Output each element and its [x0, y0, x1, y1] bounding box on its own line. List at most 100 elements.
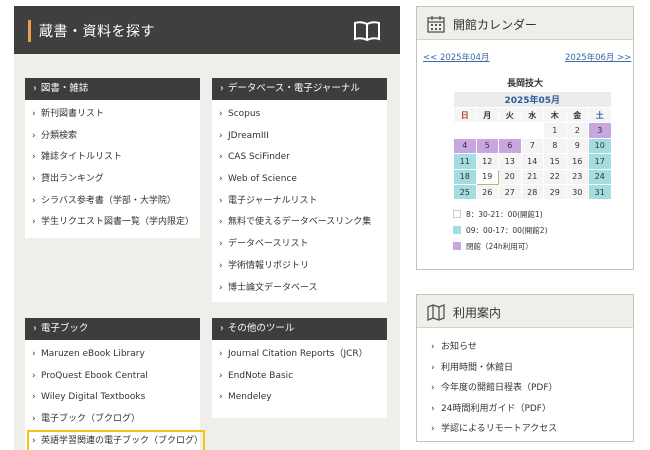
calendar-day[interactable]: 3	[588, 122, 612, 139]
calendar-day[interactable]: 23	[565, 168, 589, 185]
calendar-day[interactable]: 15	[543, 153, 567, 170]
calendar-day[interactable]: 20	[498, 168, 522, 185]
calendar-day[interactable]: 14	[520, 153, 544, 170]
ebooks-card-header: › 電子ブック	[25, 318, 200, 340]
books-link[interactable]: › シラバス参考書（学部・大学院）	[32, 191, 200, 213]
calendar-day[interactable]: 21	[520, 168, 544, 185]
guide-panel: 利用案内 › お知らせ › 利用時間・休館日 › 今年度の開館日程表（PDF） › 24時間利…	[416, 294, 634, 442]
calendar-day[interactable]: 4	[453, 137, 477, 155]
ebooks-link[interactable]: › ProQuest Ebook Central	[32, 366, 200, 388]
calendar-day[interactable]: 22	[543, 168, 567, 185]
chevron-right-icon: ›	[219, 109, 223, 119]
books-link[interactable]: › 新刊図書リスト	[32, 104, 200, 126]
databases-link[interactable]: › CAS SciFinder	[219, 147, 387, 169]
calendar-day[interactable]: 16	[565, 153, 589, 170]
databases-link[interactable]: › 電子ジャーナルリスト	[219, 191, 387, 213]
guide-link[interactable]: › 24時間利用ガイド（PDF）	[431, 399, 558, 420]
next-month-link[interactable]: 2025年06月 >>	[565, 51, 631, 63]
databases-link[interactable]: › JDreamIII	[219, 126, 387, 148]
tools-link[interactable]: › Journal Citation Reports（JCR）	[219, 344, 387, 366]
link-label: データベースリスト	[228, 239, 309, 250]
databases-card-header: › データベース・電子ジャーナル	[212, 78, 387, 100]
tools-link[interactable]: › Mendeley	[219, 387, 387, 409]
ebooks-link[interactable]: › 英語学習関連の電子ブック（ブクログ）	[27, 429, 205, 450]
calendar-day[interactable]: 13	[498, 153, 522, 170]
calendar-day[interactable]: 29	[543, 183, 567, 201]
ebooks-link[interactable]: › Wiley Digital Textbooks	[32, 387, 200, 409]
link-label: 利用時間・休館日	[441, 362, 514, 373]
databases-link[interactable]: › データベースリスト	[219, 234, 387, 256]
chevron-right-icon: ›	[219, 370, 223, 381]
databases-link[interactable]: › 博士論文データベース	[219, 278, 387, 300]
chevron-right-icon: ›	[32, 109, 36, 119]
link-label: Scopus	[228, 109, 261, 119]
calendar-day	[520, 122, 544, 139]
books-link[interactable]: › 雑誌タイトルリスト	[32, 147, 200, 169]
databases-link[interactable]: › Web of Science	[219, 169, 387, 191]
ebooks-link[interactable]: › 電子ブック（ブクログ）	[32, 409, 200, 431]
link-label: Mendeley	[228, 392, 272, 403]
chevron-right-icon: ›	[219, 195, 223, 206]
databases-link[interactable]: › 無料で使えるデータベースリンク集	[219, 212, 387, 234]
calendar-day[interactable]: 12	[475, 153, 499, 170]
link-label: JDreamIII	[228, 130, 269, 141]
calendar-header: 開館カレンダー	[417, 7, 633, 40]
legend-item: 閉館（24h利用可）	[453, 241, 533, 252]
chevron-right-icon: ›	[219, 130, 223, 141]
calendar-day[interactable]: 8	[543, 137, 567, 155]
link-label: 学術情報リポジトリ	[228, 260, 310, 271]
chevron-right-icon: ›	[32, 370, 36, 381]
chevron-right-icon: ›	[219, 282, 223, 293]
guide-link[interactable]: › お知らせ	[431, 337, 558, 358]
tools-link[interactable]: › EndNote Basic	[219, 366, 387, 388]
databases-link[interactable]: › Scopus	[219, 104, 387, 126]
databases-link[interactable]: › 学術情報リポジトリ	[219, 256, 387, 278]
chevron-right-icon: ›	[219, 260, 223, 271]
calendar-day[interactable]: 30	[565, 183, 589, 201]
calendar-day[interactable]: 25	[453, 183, 477, 201]
chevron-right-icon: ›	[219, 152, 223, 163]
guide-link[interactable]: › 学認によるリモートアクセス	[431, 419, 558, 440]
calendar-day[interactable]: 10	[588, 137, 612, 155]
calendar-day[interactable]: 26	[475, 183, 499, 201]
calendar-day[interactable]: 28	[520, 183, 544, 201]
calendar-day[interactable]: 11	[453, 153, 477, 170]
ebooks-link[interactable]: › Maruzen eBook Library	[32, 344, 200, 366]
link-label: 学生リクエスト図書一覧（学内限定）	[41, 217, 195, 228]
calendar-day[interactable]: 1	[543, 122, 567, 139]
calendar-day[interactable]: 24	[588, 168, 612, 185]
weekday-label: 日	[453, 106, 477, 124]
legend-item: 8：30-21：00(開館1)	[453, 209, 543, 220]
search-header: 蔵書・資料を探す	[14, 6, 400, 54]
chevron-right-icon: ›	[32, 174, 36, 185]
weekday-label: 月	[475, 106, 499, 124]
guide-link[interactable]: › 利用時間・休館日	[431, 358, 558, 379]
calendar-day	[475, 122, 499, 139]
chevron-right-icon: ›	[431, 383, 435, 393]
calendar-day[interactable]: 2	[565, 122, 589, 139]
calendar-day[interactable]: 31	[588, 183, 612, 201]
calendar-day[interactable]: 27	[498, 183, 522, 201]
calendar-day[interactable]: 19	[475, 168, 499, 185]
calendar-day[interactable]: 18	[453, 168, 477, 185]
chevron-right-icon: ›	[431, 362, 435, 373]
calendar-day[interactable]: 7	[520, 137, 544, 155]
calendar-panel: 開館カレンダー << 2025年04月 2025年06月 >> 長岡技大 202…	[416, 6, 634, 270]
calendar-day[interactable]: 5	[475, 137, 499, 155]
tools-card-header: › その他のツール	[212, 318, 387, 340]
guide-link[interactable]: › 今年度の開館日程表（PDF）	[431, 378, 558, 399]
weekday-label: 水	[520, 106, 544, 124]
prev-month-link[interactable]: << 2025年04月	[423, 51, 489, 63]
calendar-grid: 2025年05月 日月火水木金土 1 2 3 4 5 6 7 8 9 10 11 12 13 14 15 16…	[453, 91, 612, 201]
link-label: 新刊図書リスト	[41, 109, 105, 119]
books-link[interactable]: › 貸出ランキング	[32, 169, 200, 191]
books-link[interactable]: › 分類検索	[32, 126, 200, 148]
link-label: CAS SciFinder	[228, 152, 290, 163]
chevron-right-icon: ›	[32, 130, 36, 141]
tools-card: › その他のツール › Journal Citation Reports（JCR） ›…	[212, 318, 387, 418]
legend-item: 09：00-17：00(開館2)	[453, 225, 548, 236]
calendar-day[interactable]: 17	[588, 153, 612, 170]
calendar-day[interactable]: 6	[498, 137, 522, 155]
calendar-day[interactable]: 9	[565, 137, 589, 155]
books-link[interactable]: › 学生リクエスト図書一覧（学内限定）	[32, 212, 200, 234]
